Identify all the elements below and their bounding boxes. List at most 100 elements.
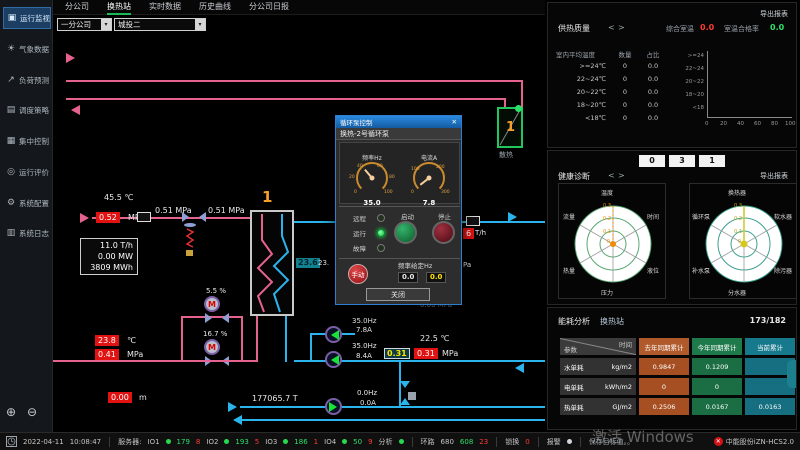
start-button[interactable] [394, 221, 417, 244]
makeup-line-2 [240, 419, 545, 421]
next-icon[interactable]: > [618, 23, 625, 32]
frequency-gauge: 频率Hz 0 20 40 60 80 100 35.0 [346, 151, 398, 189]
svg-text:0.1: 0.1 [603, 229, 611, 235]
flow-sensor[interactable] [466, 216, 480, 226]
prev-icon[interactable]: < [608, 23, 615, 32]
svg-text:80: 80 [389, 174, 395, 180]
globe-icon[interactable]: ⊕ [6, 405, 16, 419]
supply-pressure-alarm: 0.52 [96, 212, 120, 223]
valve2-percent: 16.7 % [203, 330, 227, 338]
manual-button[interactable]: 手动 [348, 264, 368, 284]
tab-history[interactable]: 历史曲线 [199, 0, 231, 15]
circulation-pump-1[interactable] [325, 326, 342, 343]
flow-arrow-left-icon [66, 105, 80, 115]
sidebar-item-control[interactable]: ▦集中控制 [3, 130, 51, 152]
alarm-counter-1[interactable]: 0 [639, 155, 665, 167]
exchanger-return-drop [256, 316, 258, 362]
heat-exchanger[interactable] [250, 210, 294, 316]
log-icon: ▥ [6, 228, 16, 238]
export-report-link[interactable]: 导出报表 [760, 9, 788, 19]
dialog-title: 循环泵控制 [340, 117, 373, 127]
temp-distribution-table: 室内平均温度 数量 占比 >=24℃00.0 22~24℃00.0 20~22℃… [556, 49, 668, 127]
y-axis [707, 51, 708, 117]
close-icon[interactable]: ✕ [452, 118, 457, 126]
server-status-dot [224, 439, 229, 444]
sidebar-item-monitor[interactable]: ▣运行监视 [3, 7, 51, 29]
company-dropdown[interactable]: 一分公司 ▾ [57, 18, 112, 31]
brand-logo-icon: ✕ [714, 437, 723, 446]
weather-icon: ☀ [6, 44, 16, 54]
primary-supply-main [66, 80, 523, 82]
monitor-icon: ▣ [7, 13, 17, 23]
stop-button[interactable] [432, 221, 455, 244]
sidebar-item-strategy[interactable]: ▤调度策略 [3, 99, 51, 121]
valve-actuator [408, 392, 416, 400]
alarm-counter-2[interactable]: 3 [669, 155, 695, 167]
building-label: 散热 [499, 150, 513, 160]
brand: ✕ 中能股份iZN-HCS2.0 [714, 437, 794, 447]
page-indicator: 173/182 [750, 316, 786, 325]
clock-icon [6, 436, 17, 447]
health-diagnosis-panel: 0 3 1 健康诊断 < > 导出报表 0.1 0.2 0.3 0 温度 时间 … [547, 150, 797, 305]
flow-arrow-right-icon [508, 212, 522, 222]
svg-text:0: 0 [607, 239, 610, 245]
server-status-dot [166, 439, 171, 444]
x-axis [707, 117, 792, 118]
svg-text:0.1: 0.1 [734, 229, 742, 235]
tab-realtime[interactable]: 实时数据 [149, 0, 181, 15]
pressure-sensor[interactable] [137, 212, 151, 222]
dialog-close-button[interactable]: 关闭 [366, 288, 430, 301]
dialog-titlebar[interactable]: 循环泵控制 ✕ [336, 116, 461, 128]
status-time: 10:08:47 [70, 438, 101, 446]
svg-text:200: 200 [436, 164, 445, 170]
scrolling-message: 保存目标值。。 [589, 437, 635, 447]
exchanger-sec-return-drop [285, 316, 287, 362]
sidebar-item-weather[interactable]: ☀气象数据 [3, 38, 51, 60]
pump-control-dialog: 循环泵控制 ✕ 换热-2号循环泵 频率Hz 0 20 40 60 80 100 … [335, 115, 462, 305]
sec-supply-temp-badge: 23.6 [296, 258, 320, 268]
circulation-pump-2[interactable] [325, 351, 342, 368]
building-symbol[interactable]: 1 [497, 107, 523, 148]
alarm-status-dot [567, 439, 572, 444]
pink-drop-line [521, 80, 523, 107]
flow-arrow-right-icon [66, 53, 80, 63]
sidebar-item-settings[interactable]: ⚙系统配置 [3, 192, 51, 214]
tab-station[interactable]: 换热站 [107, 0, 131, 15]
next-icon[interactable]: > [618, 171, 625, 180]
pass-rate-value: 0.0 [770, 23, 784, 32]
sidebar-item-forecast[interactable]: ↗负荷预测 [3, 69, 51, 91]
return-pressure: 0.41 [95, 349, 119, 360]
current-gauge: 电流A 0 100 200 300 7.8 [403, 151, 455, 189]
motor-valve-2[interactable]: M [204, 339, 220, 355]
sec-temp: 22.5 ℃ [420, 334, 449, 343]
pressure-after-valve: 0.51 MPa [208, 206, 245, 215]
heating-quality-panel: 导出报表 供热质量 < > 综合室温 0.0 室温合格率 0.0 室内平均温度 … [547, 2, 797, 148]
svg-text:40: 40 [357, 163, 363, 169]
sidebar-item-log[interactable]: ▥系统日志 [3, 222, 51, 244]
prev-icon[interactable]: < [608, 171, 615, 180]
eject-icon[interactable]: ⊖ [27, 405, 37, 419]
export-report-link[interactable]: 导出报表 [760, 171, 788, 181]
server-status-dot [342, 439, 347, 444]
tab-daily-report[interactable]: 分公司日报 [249, 0, 289, 15]
makeup-line-1 [240, 406, 545, 408]
alarm-counter-3[interactable]: 1 [699, 155, 725, 167]
flow-info-box: 11.0 T/h 0.00 MW 3809 MWh [80, 238, 138, 275]
makeup-pump[interactable] [325, 398, 342, 415]
svg-text:0.3: 0.3 [734, 203, 742, 209]
tab-branch[interactable]: 分公司 [65, 0, 89, 15]
sidebar: ▣运行监视 ☀气象数据 ↗负荷预测 ▤调度策略 ▦集中控制 ◎运行评价 ⚙系统配… [0, 0, 53, 432]
svg-text:100: 100 [384, 189, 393, 195]
station-dropdown[interactable]: 城投二 ▾ [114, 18, 206, 31]
supply-temp: 45.5 ℃ [104, 193, 133, 202]
freq-setpoint-input[interactable]: 0.0 [426, 272, 446, 283]
sec-pressure-alarm: 0.31 [414, 348, 438, 359]
panel-handle[interactable] [787, 360, 796, 388]
status-date: 2022-04-11 [23, 438, 64, 446]
control-valve[interactable] [182, 212, 206, 222]
valve-spring [186, 228, 194, 250]
sidebar-item-evaluation[interactable]: ◎运行评价 [3, 161, 51, 183]
parameter-radar-chart: 0.1 0.2 0.3 0 温度 时间 液位 压力 热量 流量 [558, 183, 666, 299]
motor-valve-1[interactable]: M [204, 296, 220, 312]
corner-header: 时间 参数 [560, 338, 636, 355]
